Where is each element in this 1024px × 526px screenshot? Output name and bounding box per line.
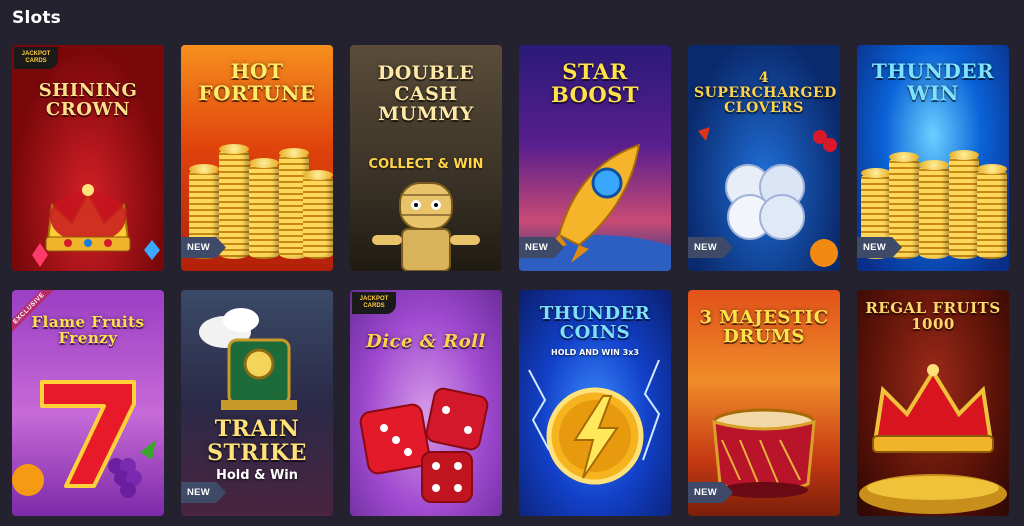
lucky-seven-icon [12, 380, 156, 498]
lightning-coin-icon [528, 359, 661, 485]
game-title: Train Strike [207, 416, 307, 466]
game-tile-double-cash-mummy[interactable]: Double Cash Mummy COLLECT & WIN [350, 45, 502, 271]
game-tile-thunder-coins[interactable]: Thunder Coins HOLD AND WIN 3x3 [519, 290, 671, 516]
section-title: Slots [12, 8, 61, 28]
game-tile-star-boost[interactable]: Star Boost NEW [519, 45, 671, 271]
game-title: Thunder Win [871, 59, 995, 105]
game-tile-train-strike[interactable]: Train Strike Hold & Win NEW [181, 290, 333, 516]
game-tile-thunder-win[interactable]: Thunder Win NEW [857, 45, 1009, 271]
game-tile-4-supercharged-clovers[interactable]: 4 Supercharged Clovers NEW [688, 45, 840, 271]
crown-icon [859, 364, 1007, 514]
games-grid: JACKPOT CARDS Shining Crown Hot Fortune … [12, 45, 1012, 516]
game-tile-hot-fortune[interactable]: Hot Fortune NEW [181, 45, 333, 271]
dice-icon [359, 387, 489, 503]
game-tile-3-majestic-drums[interactable]: 3 Majestic Drums NEW [688, 290, 840, 516]
game-title: Hot Fortune [198, 59, 316, 105]
game-tile-flame-fruits-frenzy[interactable]: EXCLUSIVE Flame Fruits Frenzy [12, 290, 164, 516]
crown-icon [32, 184, 160, 267]
game-tile-shining-crown[interactable]: JACKPOT CARDS Shining Crown [12, 45, 164, 271]
game-tile-dice-and-roll[interactable]: JACKPOT CARDS Dice & Roll [350, 290, 502, 516]
game-tile-regal-fruits-1000[interactable]: Regal Fruits 1000 [857, 290, 1009, 516]
mummy-icon [372, 182, 480, 271]
game-subtitle: Hold & Win [215, 468, 298, 483]
